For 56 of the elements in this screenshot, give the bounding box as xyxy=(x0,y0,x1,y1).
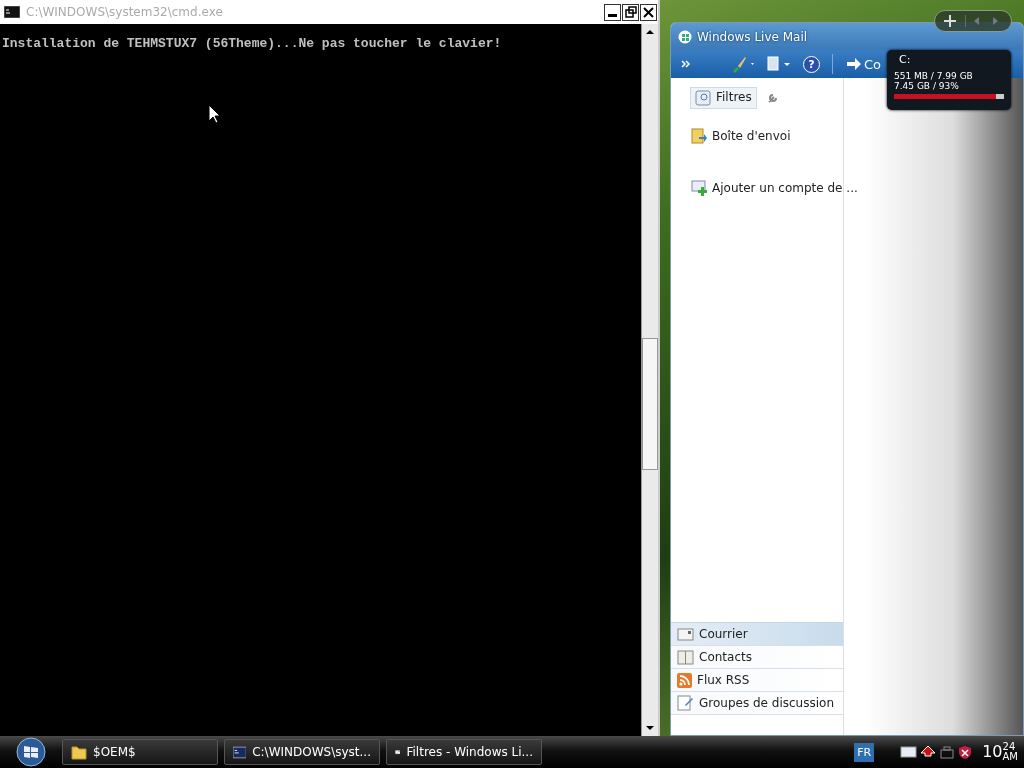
outbox-icon xyxy=(691,128,707,144)
window-title: Windows Live Mail xyxy=(697,29,808,44)
note-pen-icon xyxy=(677,695,694,711)
clock-hour: 10 xyxy=(982,742,1003,761)
plus-icon xyxy=(944,15,956,27)
language-indicator[interactable]: FR xyxy=(854,742,875,762)
clock-period: AM xyxy=(1002,752,1018,762)
clock-minute: 24 xyxy=(1002,742,1017,752)
brush-menu-button[interactable] xyxy=(731,55,755,73)
folder-item[interactable]: Boîte d'envoi xyxy=(685,124,797,148)
minimize-button[interactable] xyxy=(604,3,621,21)
scroll-up-arrow-icon xyxy=(645,28,655,36)
minimize-icon xyxy=(608,13,617,17)
rss-icon xyxy=(677,672,692,688)
scroll-down-arrow-icon xyxy=(645,724,655,732)
mouse-pointer-icon xyxy=(208,104,222,124)
start-orb-icon xyxy=(16,737,46,767)
console-line: Installation de TEHMSTUX7 (56Theme)...Ne pas toucher le clavier! xyxy=(2,36,503,51)
arrow-icon xyxy=(845,56,861,72)
free-space-text: 7.45 GB / 93% xyxy=(894,81,960,91)
nav-item[interactable]: Groupes de discussion xyxy=(671,692,843,715)
taskbar-button[interactable]: C:\WINDOWS\syst... xyxy=(224,739,380,765)
restore-button[interactable] xyxy=(622,3,639,21)
layout-icon xyxy=(767,55,791,73)
close-icon xyxy=(641,4,656,20)
console-icon xyxy=(4,6,20,18)
left-arrow-icon xyxy=(972,16,980,26)
console-icon xyxy=(233,744,247,760)
restore-icon xyxy=(623,4,638,20)
nav-item[interactable]: Courrier xyxy=(671,623,843,646)
scroll-thumb[interactable] xyxy=(642,338,658,470)
used-space-text: 551 MB / 7.99 GB xyxy=(894,71,974,81)
taskbar-button[interactable]: Filtres - Windows Li... xyxy=(386,739,542,765)
help-button[interactable]: ? xyxy=(803,55,820,73)
up-arrow-icon xyxy=(920,745,937,759)
network-icon xyxy=(939,745,956,759)
taskbar-button[interactable]: $OEM$ xyxy=(62,739,218,765)
close-button[interactable] xyxy=(640,3,657,21)
brush-icon xyxy=(731,55,755,73)
right-arrow-icon xyxy=(992,16,1000,26)
add-account-icon xyxy=(691,180,707,196)
sync-button[interactable]: Co xyxy=(845,56,882,72)
shield-icon xyxy=(958,744,973,760)
nav-item[interactable]: Flux RSS xyxy=(671,669,843,692)
layout-menu-button[interactable] xyxy=(767,55,791,73)
expand-button[interactable] xyxy=(681,59,691,69)
drive-label: C: xyxy=(898,53,912,66)
window-title: C:\WINDOWS\system32\cmd.exe xyxy=(26,5,224,19)
scrollbar[interactable] xyxy=(641,24,658,736)
logo-icon xyxy=(678,29,692,44)
folder-item[interactable]: Ajouter un compte de ... xyxy=(685,176,864,200)
double-chevron-icon xyxy=(681,59,691,69)
book-icon xyxy=(677,649,694,665)
nav-item[interactable]: Contacts xyxy=(671,646,843,669)
folder-icon xyxy=(71,744,87,760)
filter-icon xyxy=(695,90,711,106)
